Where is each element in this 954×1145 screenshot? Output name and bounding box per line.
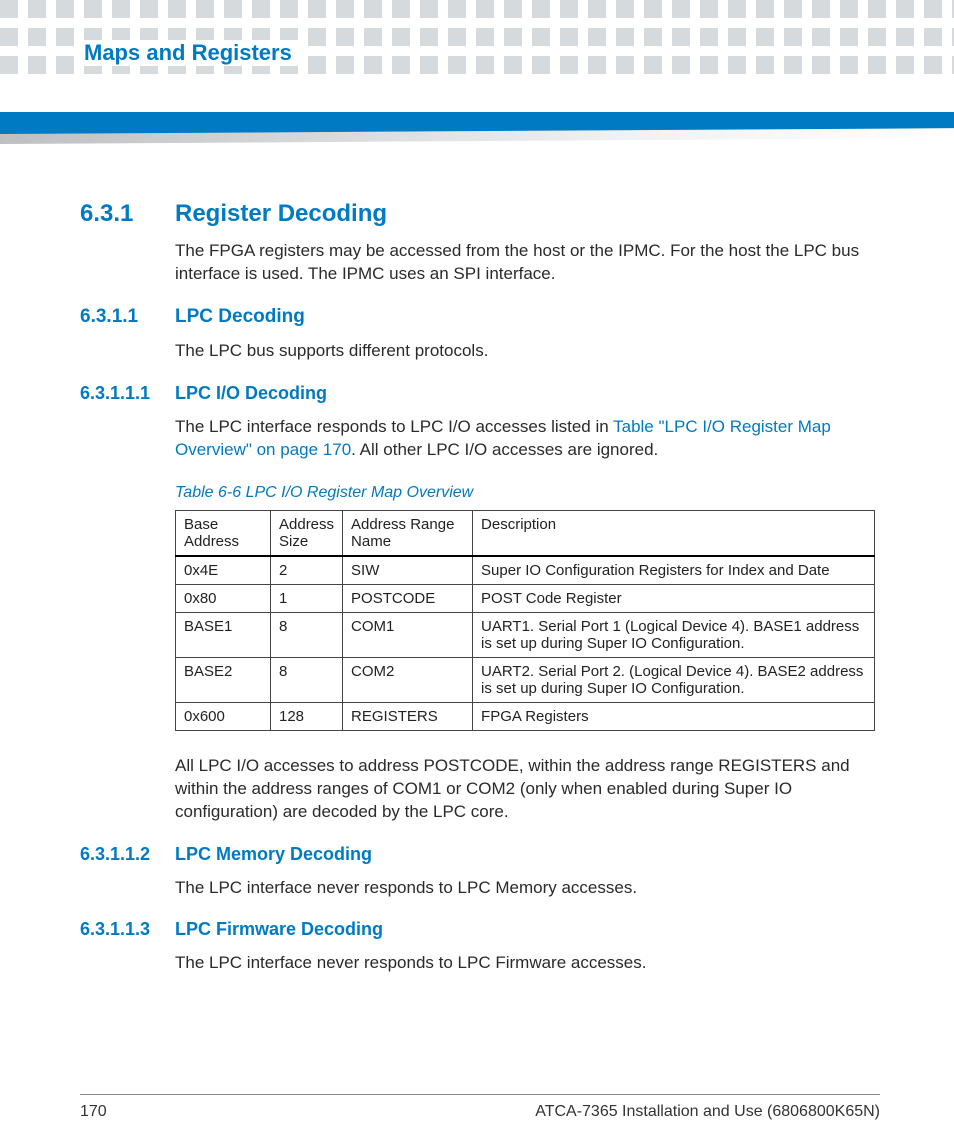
table-row: BASE1 8 COM1 UART1. Serial Port 1 (Logic…	[176, 612, 875, 657]
paragraph: All LPC I/O accesses to address POSTCODE…	[175, 755, 880, 824]
paragraph: The LPC interface never responds to LPC …	[175, 952, 880, 975]
table-cell: 0x600	[176, 702, 271, 730]
table-cell: 0x80	[176, 584, 271, 612]
table-row: 0x80 1 POSTCODE POST Code Register	[176, 584, 875, 612]
table-cell: 8	[271, 657, 343, 702]
heading-title: LPC Decoding	[175, 306, 305, 328]
heading-number: 6.3.1.1.2	[80, 844, 175, 865]
col-header: Description	[473, 510, 875, 556]
page-number: 170	[80, 1103, 107, 1121]
heading-6-3-1-1-2: 6.3.1.1.2 LPC Memory Decoding	[80, 844, 880, 865]
heading-title: Register Decoding	[175, 200, 387, 228]
heading-number: 6.3.1.1.3	[80, 919, 175, 940]
paragraph: The LPC interface never responds to LPC …	[175, 877, 880, 900]
table-cell: BASE1	[176, 612, 271, 657]
table-cell: 0x4E	[176, 556, 271, 585]
table-caption: Table 6-6 LPC I/O Register Map Overview	[175, 484, 880, 502]
heading-6-3-1-1-3: 6.3.1.1.3 LPC Firmware Decoding	[80, 919, 880, 940]
table-cell: 2	[271, 556, 343, 585]
table-cell: UART2. Serial Port 2. (Logical Device 4)…	[473, 657, 875, 702]
paragraph: The LPC interface responds to LPC I/O ac…	[175, 416, 880, 462]
heading-6-3-1-1-1: 6.3.1.1.1 LPC I/O Decoding	[80, 383, 880, 404]
table-row: 0x4E 2 SIW Super IO Configuration Regist…	[176, 556, 875, 585]
col-header: Address Range Name	[343, 510, 473, 556]
document-id: ATCA-7365 Installation and Use (6806800K…	[535, 1103, 880, 1121]
table-cell: BASE2	[176, 657, 271, 702]
table-cell: 128	[271, 702, 343, 730]
table-cell: FPGA Registers	[473, 702, 875, 730]
table-row: 0x600 128 REGISTERS FPGA Registers	[176, 702, 875, 730]
table-row: BASE2 8 COM2 UART2. Serial Port 2. (Logi…	[176, 657, 875, 702]
heading-title: LPC Firmware Decoding	[175, 919, 383, 940]
page-footer: 170 ATCA-7365 Installation and Use (6806…	[80, 1094, 880, 1121]
table-cell: Super IO Configuration Registers for Ind…	[473, 556, 875, 585]
heading-6-3-1-1: 6.3.1.1 LPC Decoding	[80, 306, 880, 328]
heading-number: 6.3.1.1	[80, 306, 175, 328]
heading-title: LPC I/O Decoding	[175, 383, 327, 404]
table-cell: UART1. Serial Port 1 (Logical Device 4).…	[473, 612, 875, 657]
paragraph: The FPGA registers may be accessed from …	[175, 240, 880, 286]
col-header: Base Address	[176, 510, 271, 556]
table-cell: 1	[271, 584, 343, 612]
table-cell: SIW	[343, 556, 473, 585]
heading-number: 6.3.1	[80, 200, 175, 228]
table-cell: COM1	[343, 612, 473, 657]
table-lpc-io-register-map: Base Address Address Size Address Range …	[175, 510, 875, 731]
table-cell: POSTCODE	[343, 584, 473, 612]
table-cell: REGISTERS	[343, 702, 473, 730]
chapter-title: Maps and Registers	[80, 40, 306, 66]
table-cell: 8	[271, 612, 343, 657]
table-header-row: Base Address Address Size Address Range …	[176, 510, 875, 556]
heading-title: LPC Memory Decoding	[175, 844, 372, 865]
heading-6-3-1: 6.3.1 Register Decoding	[80, 200, 880, 228]
table-cell: POST Code Register	[473, 584, 875, 612]
table-cell: COM2	[343, 657, 473, 702]
heading-number: 6.3.1.1.1	[80, 383, 175, 404]
col-header: Address Size	[271, 510, 343, 556]
text-run: The LPC interface responds to LPC I/O ac…	[175, 417, 613, 436]
text-run: . All other LPC I/O accesses are ignored…	[351, 440, 658, 459]
paragraph: The LPC bus supports different protocols…	[175, 340, 880, 363]
